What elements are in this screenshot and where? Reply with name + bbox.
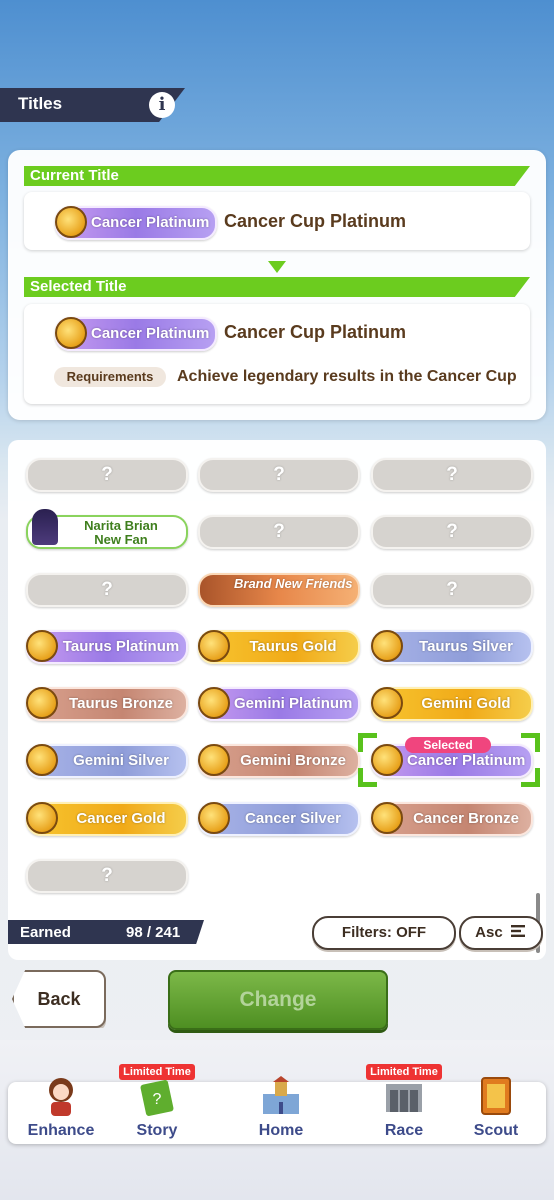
title-badge-label: ? — [446, 521, 458, 542]
current-title-badge: Cancer Platinum — [55, 206, 217, 240]
title-badge-label: Cancer Gold — [76, 810, 166, 827]
title-badge-label: ? — [101, 865, 113, 886]
character-icon — [39, 1074, 83, 1118]
title-badge[interactable]: Gemini Gold — [371, 687, 533, 721]
title-badge-label: ? — [446, 579, 458, 600]
locked-title-badge[interactable]: ? — [26, 573, 188, 607]
book-icon: ? — [135, 1074, 179, 1118]
change-button[interactable]: Change — [168, 970, 388, 1030]
nav-home[interactable]: Home — [206, 1076, 356, 1144]
title-badge-label: ? — [446, 464, 458, 485]
title-badge[interactable]: Gemini Platinum — [198, 687, 360, 721]
locked-title-badge[interactable]: ? — [198, 515, 360, 549]
requirements-label: Requirements — [54, 367, 166, 387]
nav-enhance[interactable]: Enhance — [14, 1078, 108, 1144]
earned-count: 98 / 241 — [126, 924, 181, 941]
character-avatar — [32, 509, 58, 545]
medal-icon — [371, 630, 403, 662]
medal-icon — [198, 802, 230, 834]
title-badge-label: Cancer Silver — [245, 810, 341, 827]
medal-icon — [26, 630, 58, 662]
title-badge-label: Brand New Friends — [234, 576, 353, 591]
medal-icon — [26, 744, 58, 776]
title-badge-sublabel: New Fan — [94, 532, 148, 547]
title-badge[interactable]: Taurus Platinum — [26, 630, 188, 664]
race-gate-icon — [382, 1074, 426, 1118]
nav-label: Home — [258, 1122, 304, 1139]
medal-icon — [371, 802, 403, 834]
change-label: Change — [239, 988, 317, 1011]
nav-scout[interactable]: Scout — [452, 1077, 540, 1144]
page-title: Titles — [18, 94, 63, 113]
title-badge[interactable]: Taurus Gold — [198, 630, 360, 664]
title-badge-label: ? — [101, 579, 113, 600]
selected-title-name: Cancer Cup Platinum — [224, 322, 407, 342]
limited-time-tag: Limited Time — [119, 1064, 195, 1080]
sort-icon — [510, 918, 527, 948]
title-badge[interactable]: Narita Brian New Fan — [26, 509, 188, 549]
nav-label: Scout — [473, 1122, 519, 1139]
nav-story[interactable]: Limited Time? Story — [112, 1064, 202, 1144]
medal-icon — [198, 687, 230, 719]
medal-icon — [26, 802, 58, 834]
medal-icon — [55, 206, 87, 238]
title-badge[interactable]: Cancer Bronze — [371, 802, 533, 836]
title-badge-label: Gemini Silver — [73, 752, 169, 769]
medal-icon — [371, 687, 403, 719]
title-badge[interactable]: Gemini Silver — [26, 744, 188, 778]
back-button[interactable]: Back — [12, 970, 106, 1028]
sort-label: Asc — [475, 924, 503, 941]
title-badge-label: ? — [101, 464, 113, 485]
title-badge[interactable]: Cancer Gold — [26, 802, 188, 836]
earned-label: Earned — [20, 924, 71, 941]
medal-icon — [198, 744, 230, 776]
medal-icon — [55, 317, 87, 349]
limited-time-tag: Limited Time — [366, 1064, 442, 1080]
nav-race[interactable]: Limited Time Race — [360, 1064, 448, 1144]
filters-button[interactable]: Filters: OFF — [312, 916, 456, 950]
title-badge-label: Taurus Gold — [249, 638, 337, 655]
locked-title-badge[interactable]: ? — [371, 515, 533, 549]
nav-label: Story — [136, 1122, 178, 1139]
current-title-heading: Current Title — [30, 167, 119, 184]
locked-title-badge[interactable]: ? — [26, 859, 188, 893]
locked-title-badge[interactable]: ? — [371, 573, 533, 607]
selected-title-heading: Selected Title — [30, 278, 127, 295]
title-badge[interactable]: Taurus Bronze — [26, 687, 188, 721]
school-building-icon — [259, 1074, 303, 1118]
sort-button[interactable]: Asc — [459, 916, 543, 950]
title-badge[interactable]: Gemini Bronze — [198, 744, 360, 778]
arrow-down-icon — [268, 261, 286, 273]
nav-label: Enhance — [27, 1122, 95, 1139]
info-icon[interactable]: i — [149, 92, 175, 118]
filters-label: Filters: OFF — [341, 924, 427, 941]
title-badge-label: Taurus Bronze — [69, 695, 173, 712]
title-badge[interactable]: Brand New Friends — [198, 573, 360, 607]
requirements-text: Achieve legendary results in the Cancer … — [177, 368, 517, 385]
svg-text:?: ? — [153, 1091, 162, 1108]
title-badge-label: Gemini Gold — [421, 695, 511, 712]
title-badge[interactable]: Taurus Silver — [371, 630, 533, 664]
locked-title-badge[interactable]: ? — [26, 458, 188, 492]
title-badge[interactable]: Cancer Silver — [198, 802, 360, 836]
title-badge-label: Cancer Bronze — [413, 810, 519, 827]
title-badge-label: ? — [273, 464, 285, 485]
medal-icon — [26, 687, 58, 719]
title-badge-label: Taurus Platinum — [62, 638, 180, 655]
nav-label: Race — [384, 1122, 424, 1139]
medal-icon — [198, 630, 230, 662]
locked-title-badge[interactable]: ? — [371, 458, 533, 492]
selected-title-badge: Cancer Platinum — [55, 317, 217, 351]
scout-card-icon — [474, 1074, 518, 1118]
title-badge-label: ? — [273, 521, 285, 542]
back-label: Back — [37, 989, 81, 1009]
locked-title-badge[interactable]: ? — [198, 458, 360, 492]
current-title-name: Cancer Cup Platinum — [224, 211, 407, 231]
title-badge-label: Gemini Bronze — [240, 752, 346, 769]
title-badge-label: Narita Brian New Fan — [62, 519, 180, 549]
selected-tag: Selected — [405, 737, 491, 753]
title-badge-label: Gemini Platinum — [234, 695, 353, 712]
title-badge-label: Taurus Silver — [419, 638, 513, 655]
